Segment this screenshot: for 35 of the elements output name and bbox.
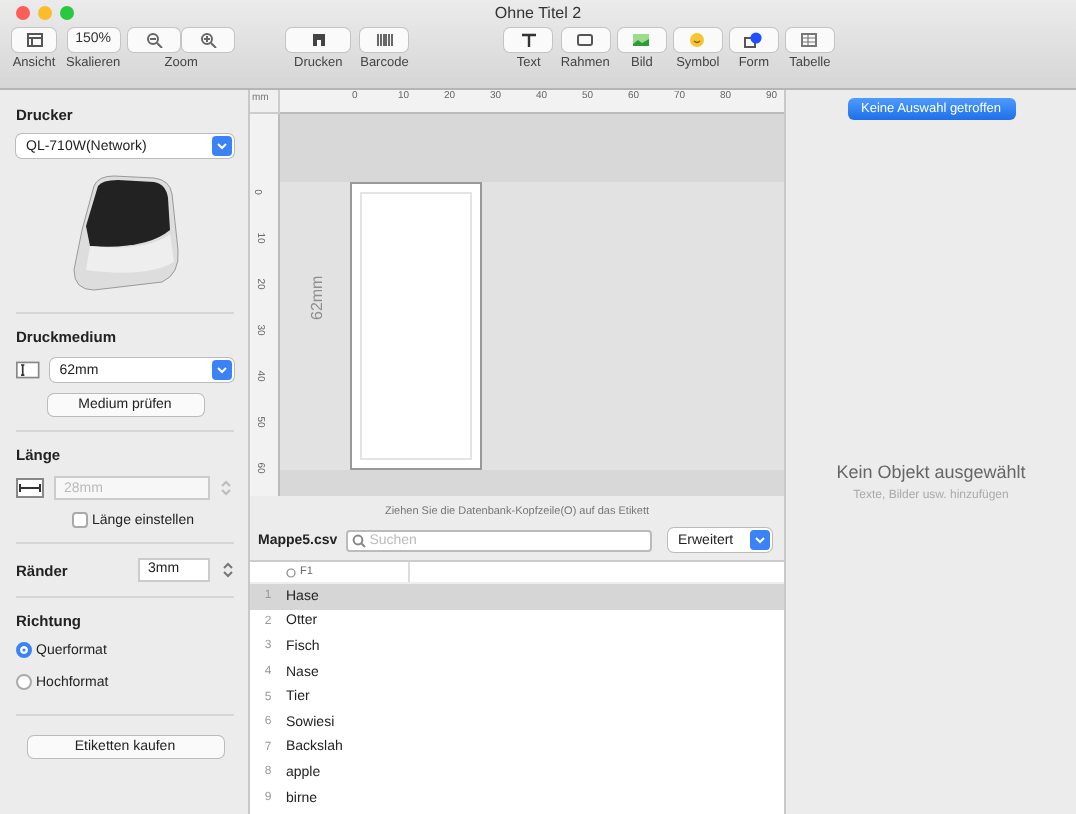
table-button[interactable] bbox=[785, 27, 834, 52]
radio-button[interactable] bbox=[16, 642, 32, 658]
radio-button[interactable] bbox=[16, 674, 32, 690]
zoom-out-button[interactable] bbox=[128, 27, 181, 52]
search-icon bbox=[351, 533, 366, 547]
text-icon bbox=[519, 31, 538, 48]
label-height-icon bbox=[16, 360, 40, 380]
zoom-in-button[interactable] bbox=[182, 27, 235, 52]
empty-state-title: Kein Objekt ausgewählt bbox=[836, 462, 1026, 482]
barcode-icon bbox=[375, 31, 394, 48]
printer-icon bbox=[309, 31, 328, 48]
table-icon bbox=[800, 31, 819, 48]
smiley-icon bbox=[688, 31, 707, 48]
label-preview[interactable] bbox=[350, 182, 482, 470]
text-button[interactable] bbox=[504, 27, 553, 52]
label-length-icon bbox=[16, 478, 44, 498]
shapes-icon bbox=[744, 31, 763, 48]
circle-icon bbox=[286, 567, 296, 577]
caret-icon bbox=[212, 136, 232, 156]
window-title: Ohne Titel 2 bbox=[494, 4, 582, 23]
checkbox[interactable] bbox=[72, 512, 88, 528]
layout-icon bbox=[25, 31, 43, 48]
image-button[interactable] bbox=[617, 27, 666, 52]
shape-button[interactable] bbox=[729, 27, 778, 52]
zoom-out-icon bbox=[145, 31, 164, 48]
frame-button[interactable] bbox=[561, 27, 610, 52]
barcode-button[interactable] bbox=[360, 27, 409, 52]
close-icon[interactable] bbox=[16, 6, 30, 20]
caret-icon bbox=[750, 530, 770, 550]
image-icon bbox=[632, 31, 651, 48]
view-button[interactable] bbox=[12, 27, 56, 52]
label-size-text: 62mm bbox=[308, 275, 326, 320]
zoom-in-icon bbox=[199, 31, 218, 48]
frame-icon bbox=[576, 31, 595, 48]
print-button[interactable] bbox=[286, 27, 351, 52]
